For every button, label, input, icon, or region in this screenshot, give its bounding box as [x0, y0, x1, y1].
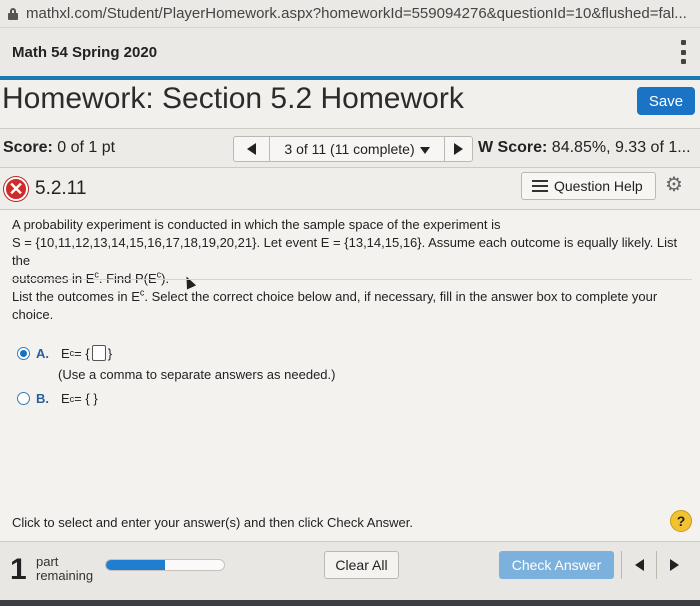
homework-score: W Score: 84.85%, 9.33 of 1... — [478, 139, 691, 157]
kebab-menu-icon[interactable] — [676, 38, 690, 66]
triangle-left-icon — [634, 559, 644, 571]
dropdown-arrow-icon — [419, 146, 430, 154]
answer-input-box[interactable] — [91, 345, 106, 361]
question-score: Score: 0 of 1 pt — [3, 139, 115, 157]
question-body: A probability experiment is conducted in… — [0, 211, 700, 541]
bottom-question-nav — [621, 551, 691, 579]
help-question-icon[interactable]: ? — [670, 510, 692, 532]
clear-all-button[interactable]: Clear All — [324, 551, 399, 579]
radio-b[interactable] — [17, 392, 30, 405]
question-selector[interactable]: 3 of 11 (11 complete) — [270, 141, 444, 157]
triangle-right-icon — [669, 559, 679, 571]
choice-a-hint: (Use a comma to separate answers as need… — [58, 367, 336, 382]
progress-bar — [105, 559, 225, 571]
previous-question-button[interactable] — [234, 137, 270, 161]
question-text: A probability experiment is conducted in… — [12, 216, 692, 288]
bottom-edge — [0, 600, 700, 606]
list-icon — [532, 180, 548, 192]
question-text-line-1: A probability experiment is conducted in… — [12, 217, 501, 232]
radio-a[interactable] — [17, 346, 30, 360]
save-button[interactable]: Save — [637, 87, 695, 115]
progress-fill — [106, 560, 165, 570]
footer-instruction: Click to select and enter your answer(s)… — [12, 515, 414, 530]
bottom-bar: 1 part remaining Clear All Check Answer — [0, 541, 700, 606]
gear-icon[interactable]: ⚙ — [665, 175, 685, 195]
browser-url-bar[interactable]: mathxl.com/Student/PlayerHomework.aspx?h… — [0, 0, 700, 28]
homework-title: Homework: Section 5.2 Homework — [2, 82, 464, 115]
score-value: 0 of 1 pt — [57, 139, 116, 156]
choice-b[interactable]: B. Ec = { } — [17, 391, 98, 406]
url-text[interactable]: mathxl.com/Student/PlayerHomework.aspx?h… — [26, 5, 687, 22]
triangle-left-icon — [247, 143, 256, 155]
bottom-prev-button[interactable] — [621, 551, 656, 579]
header-divider — [0, 76, 700, 80]
choice-a[interactable]: A. Ec = {} — [17, 345, 112, 361]
question-divider — [10, 279, 692, 280]
score-label: Score: — [3, 139, 53, 156]
bottom-next-button[interactable] — [656, 551, 691, 579]
question-position: 3 of 11 (11 complete) — [284, 141, 415, 157]
incorrect-x-icon: ✕ — [4, 177, 28, 201]
choice-b-letter: B. — [36, 391, 49, 406]
next-question-button[interactable] — [444, 137, 472, 161]
course-title: Math 54 Spring 2020 — [12, 43, 158, 61]
question-help-label: Question Help — [554, 178, 643, 194]
parts-remaining-count: 1 — [10, 553, 27, 586]
lock-icon — [8, 7, 18, 20]
question-id: 5.2.11 — [35, 178, 87, 199]
answer-instructions: List the outcomes in Ec. Select the corr… — [12, 287, 658, 322]
question-help-button[interactable]: Question Help — [521, 172, 656, 200]
check-answer-button[interactable]: Check Answer — [499, 551, 614, 579]
parts-remaining-label: part remaining — [36, 554, 94, 583]
question-navigator: 3 of 11 (11 complete) — [233, 136, 473, 162]
hw-score-value: 84.85%, 9.33 of 1... — [551, 139, 691, 156]
question-text-line-2: S = {10,11,12,13,14,15,16,17,18,19,20,21… — [12, 235, 678, 268]
course-header: Math 54 Spring 2020 — [0, 28, 700, 76]
hw-score-label: W Score: — [478, 139, 548, 156]
score-bar: Score: 0 of 1 pt 3 of 11 (11 complete) W… — [0, 128, 700, 168]
triangle-right-icon — [454, 143, 463, 155]
choice-a-letter: A. — [36, 345, 49, 361]
